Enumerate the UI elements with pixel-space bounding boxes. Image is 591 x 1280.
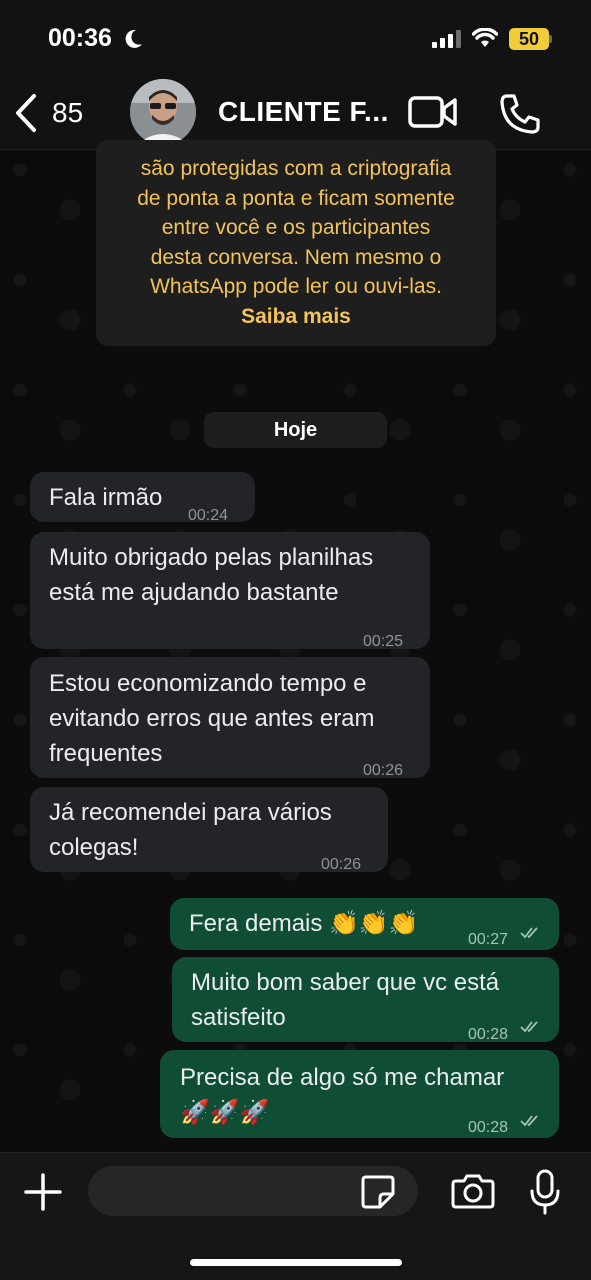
message-time: 00:26 bbox=[363, 762, 404, 779]
message-text: Muito obrigado pelas planilhas bbox=[49, 544, 374, 571]
message-text: 🚀🚀🚀 bbox=[180, 1099, 270, 1126]
message-text: Fala irmão bbox=[49, 484, 163, 511]
message-text: colegas! bbox=[49, 834, 139, 861]
message-text: Muito bom saber que vc está bbox=[191, 969, 500, 996]
message-bubble-outgoing[interactable]: Precisa de algo só me chamar 🚀🚀🚀 00:28 bbox=[160, 1050, 559, 1138]
wifi-icon bbox=[472, 28, 498, 47]
sticker-icon[interactable] bbox=[360, 1174, 396, 1210]
encryption-line: são protegidas com a criptografia bbox=[140, 157, 452, 180]
home-indicator bbox=[190, 1259, 402, 1266]
signal-icon bbox=[432, 30, 461, 48]
read-receipt-icon bbox=[520, 1115, 538, 1127]
message-bubble-incoming[interactable]: Estou economizando tempo e evitando erro… bbox=[30, 657, 430, 779]
camera-icon[interactable] bbox=[451, 1173, 495, 1209]
read-receipt-icon bbox=[520, 927, 538, 939]
message-time: 00:25 bbox=[363, 633, 404, 650]
back-button[interactable]: 85 bbox=[12, 88, 83, 138]
message-time: 00:27 bbox=[468, 931, 509, 948]
avatar[interactable] bbox=[130, 79, 196, 145]
message-text: evitando erros que antes eram bbox=[49, 705, 375, 732]
encryption-line: WhatsApp pode ler ou ouvi-las. bbox=[150, 275, 442, 298]
message-bubble-incoming[interactable]: Fala irmão 00:24 bbox=[30, 472, 255, 524]
read-receipt-icon bbox=[520, 1021, 538, 1033]
battery-level: 50 bbox=[518, 29, 540, 49]
microphone-icon[interactable] bbox=[528, 1169, 562, 1215]
message-bubble-incoming[interactable]: Já recomendei para vários colegas! 00:26 bbox=[30, 787, 388, 873]
message-text: Já recomendei para vários bbox=[49, 799, 332, 826]
message-time: 00:24 bbox=[188, 507, 229, 524]
avatar-photo bbox=[130, 79, 196, 145]
composer-bar bbox=[0, 1152, 591, 1280]
phone-icon[interactable] bbox=[498, 92, 542, 136]
message-time: 00:28 bbox=[468, 1026, 509, 1043]
video-call-icon[interactable] bbox=[408, 94, 458, 130]
encryption-line: de ponta a ponta e ficam somente bbox=[137, 186, 455, 210]
message-text: está me ajudando bastante bbox=[49, 579, 339, 606]
message-text: Precisa de algo só me chamar bbox=[180, 1064, 505, 1091]
message-time: 00:28 bbox=[468, 1119, 509, 1136]
message-bubble-outgoing[interactable]: Muito bom saber que vc está satisfeito 0… bbox=[172, 957, 559, 1043]
chevron-left-icon bbox=[16, 94, 36, 132]
message-text: Estou economizando tempo e bbox=[49, 670, 367, 697]
status-time: 00:36 bbox=[48, 24, 112, 52]
message-text: Fera demais 👏👏👏 bbox=[189, 910, 419, 937]
message-text: satisfeito bbox=[191, 1004, 286, 1031]
moon-icon bbox=[125, 29, 142, 48]
battery-tip bbox=[549, 35, 552, 43]
contact-name[interactable]: CLIENTE F... bbox=[218, 96, 389, 128]
learn-more-link[interactable]: Saiba mais bbox=[96, 302, 496, 332]
message-text: frequentes bbox=[49, 740, 163, 767]
message-bubble-outgoing[interactable]: Fera demais 👏👏👏 00:27 bbox=[170, 898, 559, 950]
unread-count: 85 bbox=[52, 97, 84, 128]
message-time: 00:26 bbox=[321, 856, 362, 873]
date-separator: Hoje bbox=[204, 412, 387, 448]
encryption-line: desta conversa. Nem mesmo o bbox=[150, 245, 442, 269]
encryption-notice: são protegidas com a criptografia de pon… bbox=[96, 140, 496, 346]
message-bubble-incoming[interactable]: Muito obrigado pelas planilhas está me a… bbox=[30, 532, 430, 650]
plus-icon[interactable] bbox=[24, 1173, 62, 1211]
status-bar: 00:36 50 bbox=[0, 0, 591, 78]
encryption-line: entre você e os participantes bbox=[161, 216, 431, 239]
